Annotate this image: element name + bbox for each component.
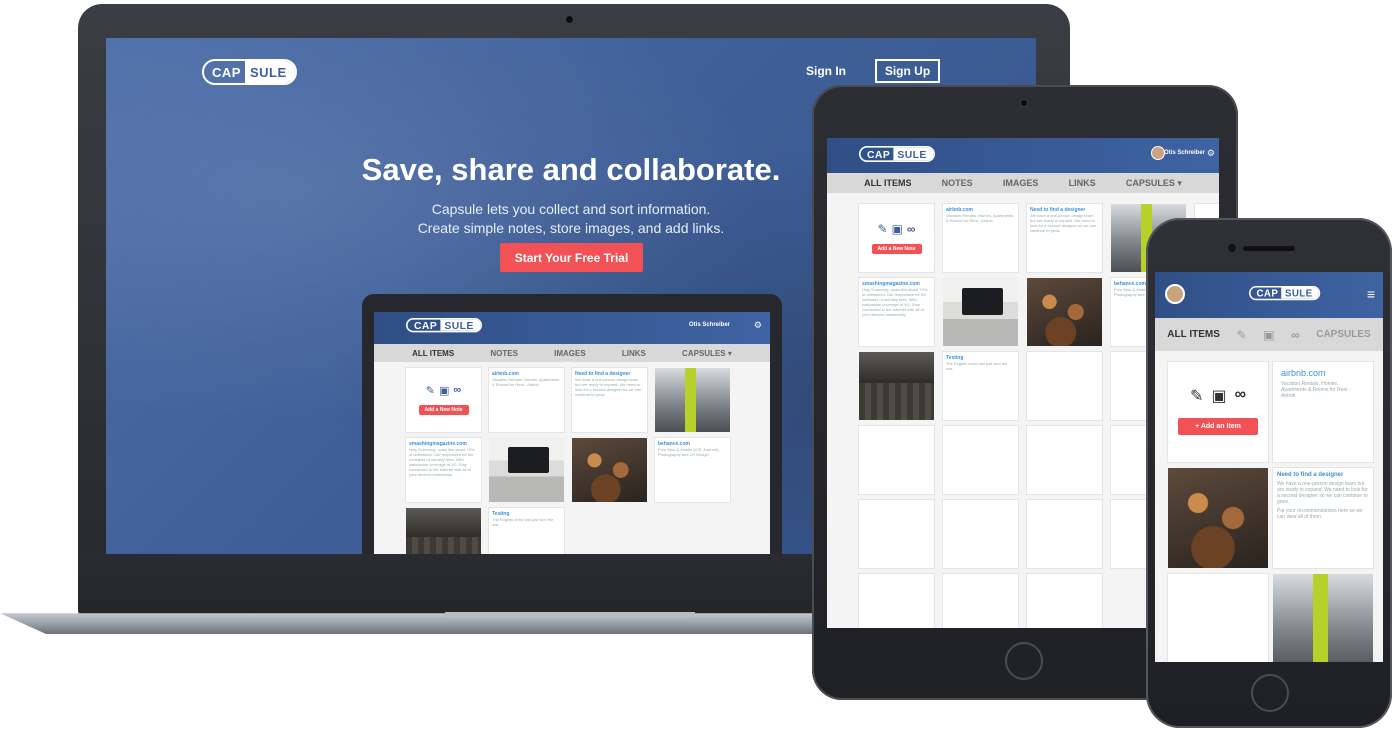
- add-item-card: ✎ ▣ ∞ + Add an Item: [1168, 362, 1268, 462]
- airbnb-card[interactable]: airbnb.com Vacation Rentals, Homes, Apar…: [943, 204, 1018, 272]
- tablet-home-button[interactable]: [1005, 642, 1043, 680]
- empty-card: [1027, 352, 1102, 420]
- behance-card[interactable]: behance.com Free Web & Mobile (iOS, Andr…: [655, 438, 730, 502]
- add-note-card: ✎ ▣ ∞ Add a New Note: [859, 204, 934, 272]
- capsule-logo[interactable]: CAP SULE: [202, 59, 297, 85]
- tablet-user-name[interactable]: Otis Schreiber: [1164, 150, 1205, 156]
- sign-up-button[interactable]: Sign Up: [875, 59, 940, 83]
- add-note-button[interactable]: Add a New Note: [418, 405, 469, 415]
- cafe-photo-card[interactable]: [1168, 468, 1268, 568]
- office-photo-card[interactable]: [1273, 574, 1373, 662]
- empty-card: [1027, 426, 1102, 494]
- preview-logo: CAP SULE: [406, 318, 482, 333]
- airbnb-card[interactable]: airbnb.com Vacation Rentals, Homes, Apar…: [489, 368, 564, 432]
- empty-card: [859, 574, 934, 628]
- links-tab-icon[interactable]: ∞: [1291, 328, 1300, 342]
- preview-nav: ALL ITEMS NOTES IMAGES LINKS CAPSULES ▾: [374, 344, 770, 362]
- tab-all-items[interactable]: ALL ITEMS: [864, 178, 911, 188]
- tab-notes[interactable]: NOTES: [942, 178, 973, 188]
- avatar[interactable]: [1165, 284, 1185, 304]
- empty-card: [859, 500, 934, 568]
- preview-screen: CAP SULE Otis Schreiber ⚙ ALL ITEMS NOTE…: [374, 312, 770, 554]
- empty-card: [943, 500, 1018, 568]
- tab-images[interactable]: IMAGES: [554, 349, 586, 358]
- phone-logo[interactable]: CAP SULE: [1249, 286, 1320, 301]
- preview-app-bar: CAP SULE Otis Schreiber ⚙: [374, 312, 770, 344]
- tablet-app-bar: CAP SULE Otis Schreiber ⚙: [827, 138, 1219, 173]
- phone-grid: ✎ ▣ ∞ + Add an Item airbnb.com Vacation Re…: [1155, 351, 1383, 662]
- tab-all-items[interactable]: ALL ITEMS: [412, 349, 454, 358]
- gear-icon[interactable]: ⚙: [754, 320, 762, 331]
- tablet-nav: ALL ITEMS NOTES IMAGES LINKS CAPSULES ▾: [827, 173, 1219, 193]
- desk-photo-card[interactable]: [943, 278, 1018, 346]
- designer-note-card[interactable]: Need to find a designer We have a one-pe…: [1027, 204, 1102, 272]
- edit-icon[interactable]: ✎: [426, 384, 435, 397]
- designer-note-card[interactable]: Need to find a designer We have a one-pe…: [1273, 468, 1373, 568]
- tab-links[interactable]: LINKS: [1069, 178, 1096, 188]
- note-tools: ✎ ▣ ∞: [859, 222, 934, 236]
- tab-all-items[interactable]: ALL ITEMS: [1167, 329, 1220, 340]
- hamburger-menu-icon[interactable]: ≡: [1367, 286, 1375, 302]
- image-icon[interactable]: ▣: [892, 222, 903, 236]
- testing-card[interactable]: Testing The English army had just won th…: [489, 508, 564, 554]
- add-note-card: ✎ ▣ ∞ Add a New Note: [406, 368, 481, 432]
- images-tab-icon[interactable]: ▣: [1263, 328, 1274, 342]
- desk-photo-card[interactable]: [489, 438, 564, 502]
- preview-user-name: Otis Schreiber: [688, 322, 730, 328]
- edit-icon[interactable]: ✎: [878, 222, 888, 236]
- airbnb-card[interactable]: airbnb.com Vacation Rentals, Homes, Apar…: [1273, 362, 1373, 462]
- testing-card[interactable]: Testing The English army had just won th…: [943, 352, 1018, 420]
- note-tools: ✎ ▣ ∞: [406, 384, 481, 397]
- empty-card: [943, 426, 1018, 494]
- preview-grid: ✎ ▣ ∞ Add a New Note airbnb.com Vacation R…: [374, 362, 770, 554]
- tablet-camera: [1020, 99, 1028, 107]
- image-icon[interactable]: ▣: [1211, 386, 1226, 406]
- empty-card: [1168, 574, 1268, 662]
- workspace-photo-card[interactable]: [406, 508, 481, 554]
- add-item-button[interactable]: + Add an Item: [1178, 418, 1258, 435]
- edit-icon[interactable]: ✎: [1190, 386, 1203, 406]
- empty-card: [1027, 500, 1102, 568]
- phone-home-button[interactable]: [1251, 674, 1289, 712]
- phone-speaker: [1243, 246, 1295, 251]
- phone-app-bar: CAP SULE ≡: [1155, 272, 1383, 318]
- office-photo-card[interactable]: [655, 368, 730, 432]
- phone-screen: CAP SULE ≡ ALL ITEMS ✎ ▣ ∞ CAPSULES ✎ ▣ ∞ …: [1155, 272, 1383, 662]
- phone-camera: [1228, 244, 1236, 252]
- item-tools: ✎ ▣ ∞: [1168, 386, 1268, 406]
- smashing-card[interactable]: smashingmagazine.com Holy Sciencing, loo…: [406, 438, 481, 502]
- link-icon[interactable]: ∞: [1235, 386, 1246, 406]
- laptop-notch: [445, 612, 695, 618]
- designer-note-card[interactable]: Need to find a designer We have a one-pe…: [572, 368, 647, 432]
- avatar[interactable]: [1151, 146, 1165, 160]
- tab-images[interactable]: IMAGES: [1003, 178, 1039, 188]
- phone-frame: CAP SULE ≡ ALL ITEMS ✎ ▣ ∞ CAPSULES ✎ ▣ ∞ …: [1146, 218, 1392, 728]
- empty-card: [859, 426, 934, 494]
- tab-capsules[interactable]: CAPSULES ▾: [682, 349, 732, 358]
- tab-notes[interactable]: NOTES: [490, 349, 518, 358]
- device-mockup-stage: CAP SULE Sign In Sign Up Save, share and…: [0, 0, 1398, 733]
- empty-card: [1027, 574, 1102, 628]
- tab-links[interactable]: LINKS: [622, 349, 646, 358]
- laptop-camera: [565, 15, 574, 24]
- empty-card: [943, 574, 1018, 628]
- image-icon[interactable]: ▣: [439, 384, 449, 397]
- tablet-logo[interactable]: CAP SULE: [859, 146, 935, 162]
- cafe-photo-card[interactable]: [572, 438, 647, 502]
- tab-capsules[interactable]: CAPSULES: [1316, 329, 1370, 340]
- start-free-trial-button[interactable]: Start Your Free Trial: [500, 243, 643, 272]
- phone-nav: ALL ITEMS ✎ ▣ ∞ CAPSULES: [1155, 318, 1383, 351]
- cafe-photo-card[interactable]: [1027, 278, 1102, 346]
- add-note-button[interactable]: Add a New Note: [871, 244, 922, 254]
- gear-icon[interactable]: ⚙: [1207, 148, 1215, 159]
- hero-laptop-preview: CAP SULE Otis Schreiber ⚙ ALL ITEMS NOTE…: [362, 294, 782, 554]
- smashing-card[interactable]: smashingmagazine.com Holy Sciencing, loo…: [859, 278, 934, 346]
- workspace-photo-card[interactable]: [859, 352, 934, 420]
- notes-tab-icon[interactable]: ✎: [1236, 328, 1246, 342]
- sign-in-link[interactable]: Sign In: [806, 64, 846, 78]
- tab-capsules[interactable]: CAPSULES ▾: [1126, 178, 1182, 189]
- link-icon[interactable]: ∞: [453, 384, 461, 397]
- link-icon[interactable]: ∞: [907, 222, 916, 236]
